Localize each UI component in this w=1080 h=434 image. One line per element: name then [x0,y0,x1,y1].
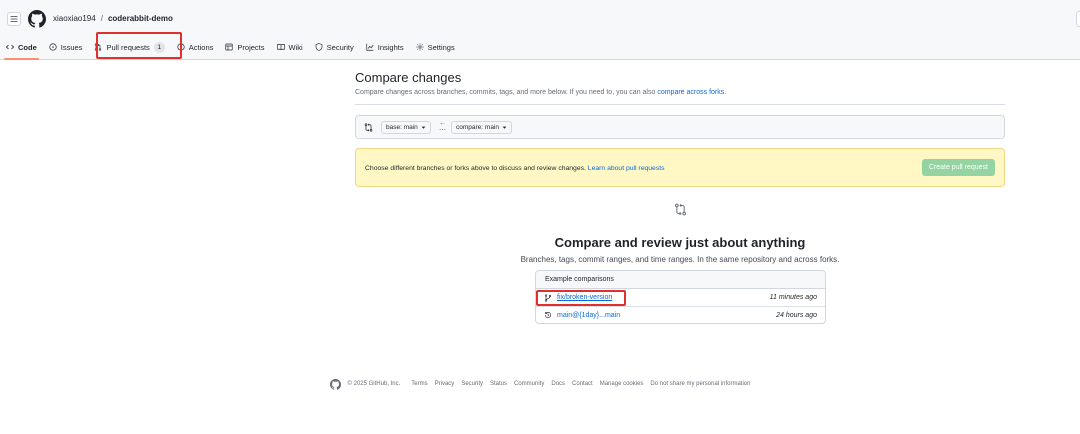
flash-message: Choose different branches or forks above… [365,165,588,172]
tab-insights[interactable]: Insights [360,36,410,58]
blankslate-title: Compare and review just about anything [554,235,806,250]
tab-actions-label: Actions [188,42,214,52]
arrow-left-icon: ← ⋯ [439,120,446,134]
owner-link[interactable]: xiaoxiao194 [53,14,96,23]
triangle-down-icon [421,126,426,129]
book-icon [276,44,285,51]
tab-wiki[interactable]: Wiki [271,36,309,58]
tab-security[interactable]: Security [309,36,360,58]
gear-icon [416,43,424,51]
compare-header: Compare changes Compare changes across b… [355,70,1005,105]
repo-header: xiaoxiao194 / coderabbit-demo Code Issue… [0,0,1080,60]
compare-branch-select[interactable]: compare: main [451,121,512,134]
footer-copyright: © 2025 GitHub, Inc. [347,381,401,387]
code-icon [6,44,14,50]
header-edge-button[interactable] [1076,11,1080,27]
flash-notice: Choose different branches or forks above… [355,148,1005,187]
tab-projects-label: Projects [237,42,265,52]
hamburger-icon [10,16,18,22]
tab-issues[interactable]: Issues [43,36,89,58]
blankslate-subtitle: Branches, tags, commit ranges, and time … [520,255,840,264]
history-icon [544,311,552,319]
footer-link-community[interactable]: Community [514,381,544,387]
git-branch-icon [544,293,552,302]
git-compare-icon [675,203,686,216]
footer-link-manage-cookies[interactable]: Manage cookies [600,381,644,387]
issue-opened-icon [49,43,57,51]
repo-nav: Code Issues Pull requests 1 Actions Proj… [0,36,461,60]
create-pull-request-button[interactable]: Create pull request [921,159,995,176]
footer-link-docs[interactable]: Docs [551,381,565,387]
example-comparisons: Example comparisons fix/broken-version 1… [535,270,826,324]
tab-pull-requests-label: Pull requests [106,42,150,52]
breadcrumb-separator: / [100,14,103,23]
base-branch-select[interactable]: base: main [381,121,431,134]
shield-icon [315,43,322,51]
example-time: 11 minutes ago [769,294,817,301]
list-item[interactable]: fix/broken-version 11 minutes ago [536,289,825,306]
tab-wiki-label: Wiki [288,42,303,52]
footer-link-terms[interactable]: Terms [411,381,427,387]
page-subtitle-text: Compare changes across branches, commits… [355,89,658,96]
footer-link-do-not-share[interactable]: Do not share my personal information [650,381,750,387]
footer: © 2025 GitHub, Inc. Terms Privacy Securi… [0,378,1080,390]
tab-code-label: Code [18,42,37,52]
tab-projects[interactable]: Projects [219,36,270,58]
tab-code[interactable]: Code [0,36,43,60]
page-subtitle-end: . [724,89,727,96]
compare-across-forks-link[interactable]: compare across forks [657,89,724,96]
play-icon [177,43,185,51]
flash-text: Choose different branches or forks above… [365,165,665,172]
example-ref-link[interactable]: fix/broken-version [557,294,612,301]
github-logo-icon[interactable] [28,10,46,28]
tab-issues-label: Issues [60,42,83,52]
tab-actions[interactable]: Actions [171,36,220,58]
graph-icon [366,43,374,51]
list-item[interactable]: main@{1day}...main 24 hours ago [536,306,825,323]
tab-settings[interactable]: Settings [410,36,461,58]
tab-pull-requests[interactable]: Pull requests 1 [88,36,170,58]
pull-requests-counter: 1 [153,41,165,53]
page-subtitle: Compare changes across branches, commits… [355,89,1005,96]
git-pull-request-icon [95,43,102,51]
compare-branch-label: compare: main [456,124,499,131]
range-editor: base: main ← ⋯ compare: main [355,115,1005,139]
learn-pull-requests-link[interactable]: Learn about pull requests [588,165,665,172]
footer-link-security[interactable]: Security [461,381,483,387]
footer-link-contact[interactable]: Contact [572,381,593,387]
menu-button[interactable] [7,12,21,26]
breadcrumb: xiaoxiao194 / coderabbit-demo [53,14,173,23]
repo-link[interactable]: coderabbit-demo [108,14,173,23]
triangle-down-icon [502,126,507,129]
example-time: 24 hours ago [776,311,817,319]
table-icon [225,43,233,51]
footer-link-status[interactable]: Status [490,381,507,387]
tab-security-label: Security [326,42,354,52]
page-title: Compare changes [355,70,462,85]
example-ref-link[interactable]: main@{1day}...main [557,312,620,319]
github-logo-icon[interactable] [329,378,341,390]
base-branch-label: base: main [386,124,418,131]
footer-link-privacy[interactable]: Privacy [435,381,455,387]
tab-settings-label: Settings [427,42,455,52]
divider [355,104,1005,105]
git-compare-icon [364,123,373,132]
example-comparisons-header: Example comparisons [536,271,825,289]
tab-insights-label: Insights [377,42,404,52]
